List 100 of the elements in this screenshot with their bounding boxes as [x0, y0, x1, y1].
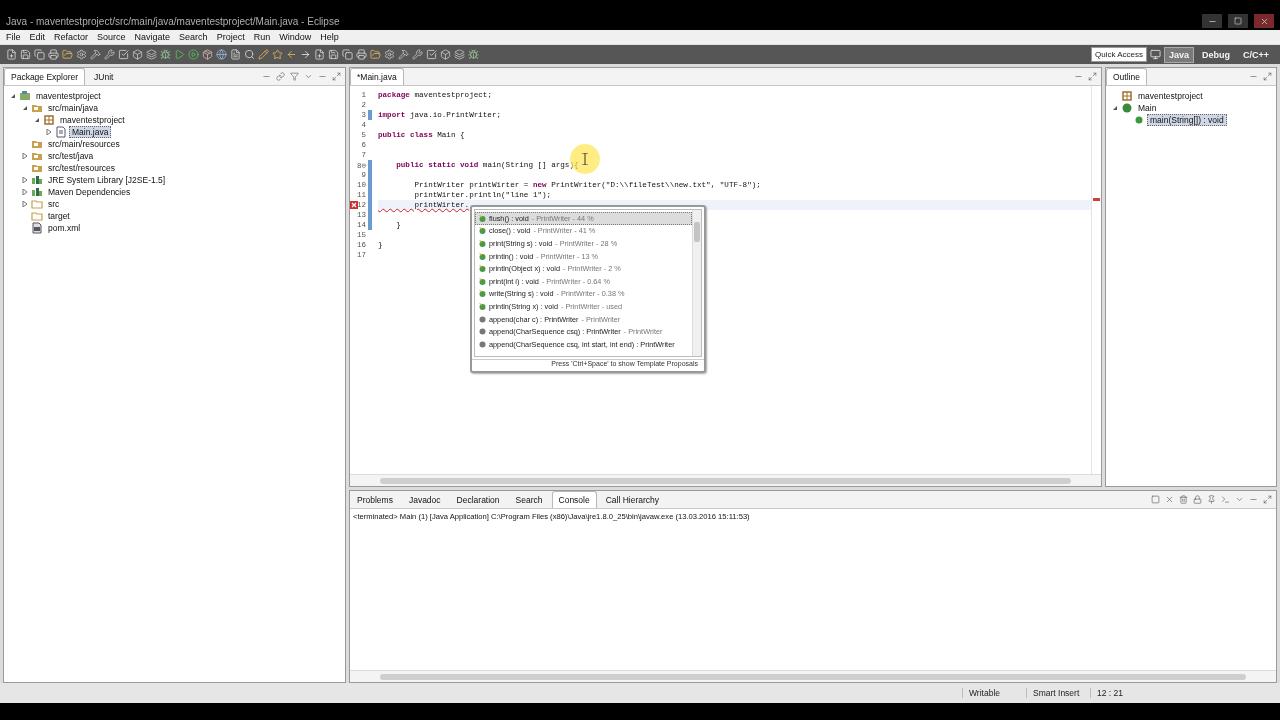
editor-tab[interactable]: *Main.java [350, 68, 404, 85]
expanded-arrow-icon[interactable] [1111, 105, 1118, 111]
tree-item[interactable]: src [45, 198, 63, 210]
scrollbar-thumb[interactable] [380, 477, 1071, 484]
copy-icon[interactable] [34, 49, 45, 60]
view-menu-icon[interactable] [1235, 495, 1244, 504]
maximize-button[interactable] [1228, 14, 1248, 28]
tree-item[interactable]: target [45, 210, 73, 222]
save-icon[interactable] [20, 49, 31, 60]
settings-icon[interactable] [384, 49, 395, 60]
tree-item[interactable]: src/test/resources [45, 162, 119, 174]
maximize-icon[interactable] [1263, 72, 1272, 81]
view-tab[interactable]: Outline [1106, 68, 1147, 85]
view-tab[interactable]: Search [508, 491, 550, 508]
menu-item[interactable]: Edit [29, 32, 46, 42]
menu-item[interactable]: Run [253, 32, 271, 42]
tree-item[interactable]: src/test/java [45, 150, 97, 162]
layers-icon[interactable] [146, 49, 157, 60]
folder-icon[interactable] [62, 49, 73, 60]
menu-item[interactable]: File [6, 32, 21, 42]
view-menu-icon[interactable] [304, 72, 313, 81]
tree-item[interactable]: src/main/resources [45, 138, 123, 150]
pin-icon[interactable] [1207, 495, 1216, 504]
bug-icon[interactable] [468, 49, 479, 60]
collapsed-arrow-icon[interactable] [21, 153, 28, 159]
tree-item[interactable]: Main [1135, 102, 1160, 114]
printer-icon[interactable] [356, 49, 367, 60]
maximize-icon[interactable] [1088, 72, 1097, 81]
open-perspective-icon[interactable] [1149, 49, 1161, 60]
copy-icon[interactable] [342, 49, 353, 60]
globe-icon[interactable] [216, 49, 227, 60]
package-icon[interactable] [202, 49, 213, 60]
view-tab[interactable]: Call Hierarchy [598, 491, 667, 508]
folder-icon[interactable] [370, 49, 381, 60]
tree-item[interactable]: main(String[]) : void [1147, 114, 1227, 126]
checkbox-icon[interactable] [426, 49, 437, 60]
scrollbar-thumb[interactable] [380, 673, 1246, 680]
tree-item[interactable]: maventestproject [57, 114, 128, 126]
perspective-button[interactable]: Java [1163, 46, 1194, 63]
search-icon[interactable] [244, 49, 255, 60]
arrow-right-icon[interactable] [300, 49, 311, 60]
filter-icon[interactable] [290, 72, 299, 81]
tree-item[interactable]: Maven Dependencies [45, 186, 134, 198]
stop-icon[interactable] [1151, 495, 1160, 504]
menu-item[interactable]: Navigate [134, 32, 171, 42]
scroll-lock-icon[interactable] [1193, 495, 1202, 504]
bug-icon[interactable] [160, 49, 171, 60]
layers-icon[interactable] [454, 49, 465, 60]
menu-item[interactable]: Search [179, 32, 208, 42]
tree-item[interactable]: src/main/java [45, 102, 102, 114]
pencil-icon[interactable] [258, 49, 269, 60]
run-icon[interactable] [188, 49, 199, 60]
maximize-icon[interactable] [332, 72, 341, 81]
wrench-icon[interactable] [412, 49, 423, 60]
link-icon[interactable] [276, 72, 285, 81]
menu-item[interactable]: Refactor [54, 32, 89, 42]
save-icon[interactable] [328, 49, 339, 60]
view-tab[interactable]: Javadoc [401, 491, 448, 508]
box-icon[interactable] [440, 49, 451, 60]
minimize-button[interactable] [1202, 14, 1222, 28]
play-icon[interactable] [174, 49, 185, 60]
checkbox-icon[interactable] [118, 49, 129, 60]
menu-item[interactable]: Help [320, 32, 339, 42]
star-icon[interactable] [272, 49, 283, 60]
class-icon [1121, 102, 1133, 114]
box-icon[interactable] [132, 49, 143, 60]
tree-item[interactable]: maventestproject [1135, 90, 1206, 102]
hammer-icon[interactable] [90, 49, 101, 60]
console-icon[interactable] [1221, 495, 1230, 504]
view-tab[interactable]: Package Explorer [4, 68, 86, 85]
printer-icon[interactable] [48, 49, 59, 60]
tree-item[interactable]: JRE System Library [J2SE-1.5] [45, 174, 169, 186]
close-button[interactable] [1254, 14, 1274, 28]
menu-item[interactable]: Source [97, 32, 126, 42]
quick-access-field[interactable]: Quick Access [1090, 47, 1147, 62]
tree-item[interactable]: pom.xml [45, 222, 84, 234]
menu-item[interactable]: Window [279, 32, 312, 42]
menu-item[interactable]: Project [216, 32, 245, 42]
collapsed-arrow-icon[interactable] [45, 129, 52, 135]
source-folder-icon [31, 102, 43, 114]
view-tab[interactable]: Problems [350, 491, 400, 508]
new-file-icon[interactable] [314, 49, 325, 60]
new-file-icon[interactable] [6, 49, 17, 60]
perspective-button[interactable]: C/C++ [1238, 46, 1274, 63]
maximize-icon[interactable] [1263, 495, 1272, 504]
arrow-left-icon[interactable] [286, 49, 297, 60]
view-tab[interactable]: JUnit [87, 68, 121, 85]
tree-item[interactable]: Main.java [69, 126, 112, 138]
view-tab[interactable]: Console [551, 491, 597, 508]
scrollbar-thumb[interactable] [694, 222, 700, 242]
tree-item[interactable]: maventestproject [33, 90, 104, 102]
wrench-icon[interactable] [104, 49, 115, 60]
clear-icon[interactable] [1179, 495, 1188, 504]
hammer-icon[interactable] [398, 49, 409, 60]
remove-icon[interactable] [1165, 495, 1174, 504]
perspective-button[interactable]: Debug [1197, 46, 1235, 63]
view-tab[interactable]: Declaration [449, 491, 507, 508]
library-icon [31, 186, 43, 198]
file-icon[interactable] [230, 49, 241, 60]
settings-icon[interactable] [76, 49, 87, 60]
